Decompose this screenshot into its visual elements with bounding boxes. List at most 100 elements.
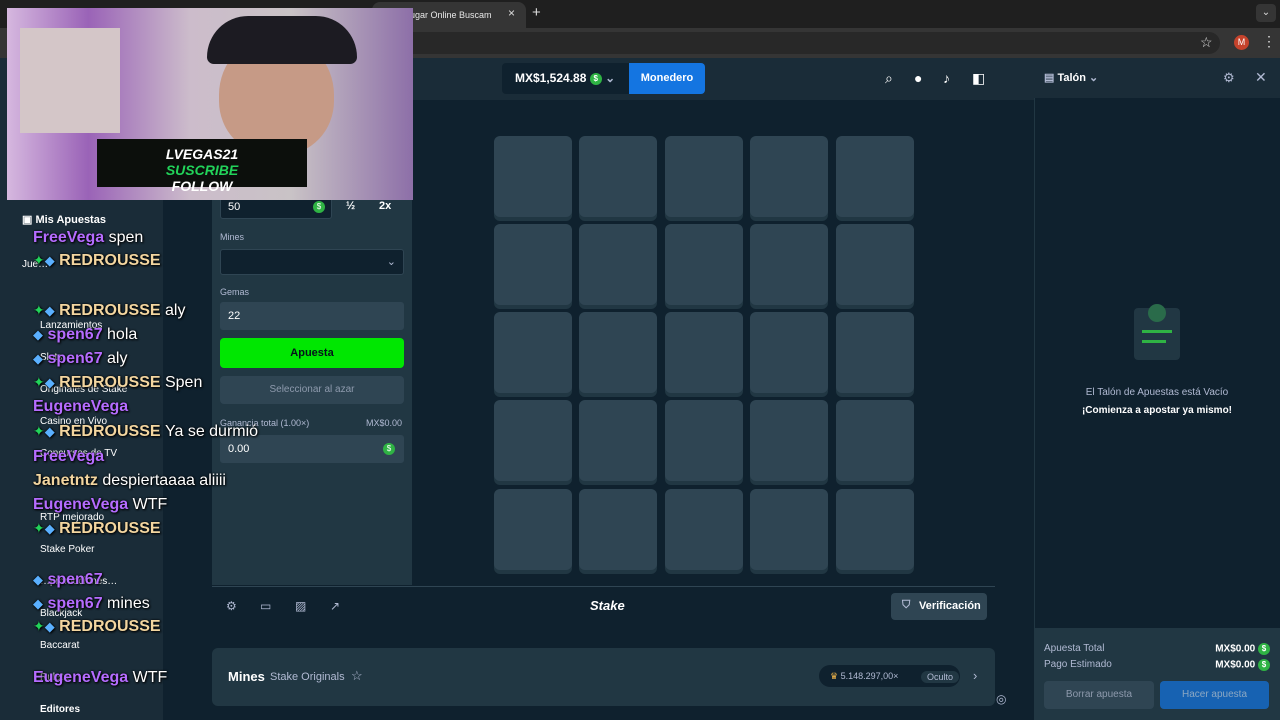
balance-value: MX$1,524.88 bbox=[515, 71, 587, 85]
chat-username: EugeneVega bbox=[33, 669, 133, 686]
profile-avatar[interactable]: M bbox=[1234, 35, 1249, 50]
chat-text: mines bbox=[107, 595, 150, 612]
mine-tile[interactable] bbox=[836, 224, 914, 305]
chat-username: Janetntz bbox=[33, 472, 103, 489]
chat-username: REDROUSSE bbox=[54, 374, 165, 391]
mine-tile[interactable] bbox=[836, 136, 914, 217]
popout-icon[interactable]: ↗ bbox=[330, 599, 340, 613]
gem-badge-icon: ◆ bbox=[44, 375, 55, 390]
chat-username: REDROUSSE bbox=[54, 618, 161, 635]
mines-label: Mines bbox=[220, 232, 245, 242]
mines-select[interactable]: ⌄ bbox=[220, 249, 404, 275]
bookmark-star-icon[interactable]: ☆ bbox=[1200, 34, 1213, 51]
chat-username: EugeneVega bbox=[33, 398, 129, 415]
close-tab-icon[interactable]: × bbox=[508, 6, 515, 20]
wallet-button[interactable]: Monedero bbox=[629, 63, 705, 94]
chat-username: spen67 bbox=[43, 595, 108, 612]
mine-tile[interactable] bbox=[665, 224, 743, 305]
empty-betslip-icon bbox=[1134, 304, 1180, 360]
game-provider[interactable]: Stake Originals bbox=[270, 671, 345, 683]
mine-tile[interactable] bbox=[494, 224, 572, 305]
random-pick-button[interactable]: Seleccionar al azar bbox=[220, 376, 404, 404]
sparkle-badge-icon: ✦ bbox=[33, 423, 45, 439]
bet-button[interactable]: Apuesta bbox=[220, 338, 404, 368]
mine-tile[interactable] bbox=[665, 136, 743, 217]
webcam-overlay: LVEGAS21 SUSCRIBE FOLLOW bbox=[7, 8, 413, 200]
betslip-title-label: Talón bbox=[1057, 72, 1086, 84]
mine-tile[interactable] bbox=[665, 400, 743, 481]
gem-badge-icon: ◆ bbox=[44, 424, 55, 439]
mine-tile[interactable] bbox=[836, 489, 914, 570]
half-bet-button[interactable]: ½ bbox=[346, 200, 355, 212]
chat-message: ✦◆ REDROUSSE bbox=[33, 252, 161, 270]
chat-message: ◆ spen67 hola bbox=[33, 326, 137, 344]
stake-logo: Stake bbox=[590, 598, 625, 613]
sidebar-item-baccarat[interactable]: Baccarat bbox=[40, 640, 79, 651]
gear-icon[interactable]: ⚙ bbox=[1223, 70, 1235, 86]
search-icon[interactable]: ⌕ bbox=[885, 70, 893, 87]
hidden-badge: Oculto bbox=[921, 671, 960, 683]
close-icon[interactable]: ✕ bbox=[1255, 69, 1267, 86]
mine-tile[interactable] bbox=[665, 489, 743, 570]
chat-username: REDROUSSE bbox=[54, 252, 161, 269]
support-headset-icon[interactable]: ◎ bbox=[996, 692, 1006, 706]
sidebar-item-my-bets[interactable]: ▣ Mis Apuestas bbox=[22, 213, 106, 226]
betslip-title[interactable]: ▤ Talón ⌄ bbox=[1044, 71, 1098, 84]
mine-tile[interactable] bbox=[750, 224, 828, 305]
mine-tile[interactable] bbox=[579, 400, 657, 481]
fairness-verify-button[interactable]: ⛉ Verificación bbox=[891, 593, 987, 620]
chat-username: REDROUSSE bbox=[54, 423, 165, 440]
mine-tile[interactable] bbox=[750, 400, 828, 481]
chat-message: ✦◆ REDROUSSE Ya se durmió bbox=[33, 423, 258, 441]
sidebar-item-poker[interactable]: Stake Poker bbox=[40, 544, 94, 555]
mine-tile[interactable] bbox=[494, 400, 572, 481]
new-tab-icon[interactable]: + bbox=[532, 4, 541, 21]
mine-tile[interactable] bbox=[836, 400, 914, 481]
double-bet-button[interactable]: 2x bbox=[379, 200, 391, 212]
mine-tile[interactable] bbox=[579, 312, 657, 393]
mine-tile[interactable] bbox=[494, 136, 572, 217]
favorite-star-icon[interactable]: ☆ bbox=[351, 668, 363, 684]
total-profit-value: 0.00 bbox=[228, 443, 250, 455]
tab-menu-icon[interactable]: ⌄ bbox=[1256, 4, 1276, 22]
settings-icon[interactable]: ⚙ bbox=[226, 599, 237, 613]
mine-tile[interactable] bbox=[579, 136, 657, 217]
chat-message: ✦◆ REDROUSSE bbox=[33, 520, 161, 538]
address-input[interactable] bbox=[380, 32, 1220, 54]
place-bet-button[interactable]: Hacer apuesta bbox=[1160, 681, 1269, 709]
theatre-mode-icon[interactable]: ▭ bbox=[260, 599, 271, 613]
balance-display[interactable]: MX$1,524.88 $ ⌄ bbox=[502, 63, 630, 94]
mine-tile[interactable] bbox=[750, 489, 828, 570]
chat-message: ◆ spen67 bbox=[33, 571, 103, 589]
bet-amount-value: 50 bbox=[228, 201, 241, 213]
clear-bet-button[interactable]: Borrar apuesta bbox=[1044, 681, 1154, 709]
max-win-chip[interactable]: ♛ 5.148.297,00× Oculto bbox=[819, 665, 960, 687]
tab-title: - Jugar Online Buscam bbox=[400, 10, 492, 20]
betslip-toggle-icon[interactable]: ◧ bbox=[972, 70, 985, 87]
coin-icon: $ bbox=[589, 72, 602, 85]
banner-subscribe: SUSCRIBE bbox=[165, 162, 239, 178]
notifications-icon[interactable]: ♪ bbox=[943, 70, 950, 86]
mine-tile[interactable] bbox=[494, 312, 572, 393]
chevron-right-icon[interactable]: › bbox=[973, 668, 977, 683]
gem-badge-icon: ◆ bbox=[44, 253, 55, 268]
mine-tile[interactable] bbox=[750, 312, 828, 393]
sidebar-item-providers[interactable]: Editores bbox=[40, 704, 80, 715]
est-payout-row: Pago Estimado MX$0.00 $ bbox=[1044, 659, 1270, 671]
chat-message: ✦◆ REDROUSSE bbox=[33, 618, 161, 636]
user-icon[interactable]: ● bbox=[914, 70, 922, 86]
chat-text: WTF bbox=[132, 496, 168, 513]
gems-label: Gemas bbox=[220, 287, 250, 297]
mine-tile[interactable] bbox=[494, 489, 572, 570]
est-payout-label: Pago Estimado bbox=[1044, 659, 1112, 670]
total-bet-row: Apuesta Total MX$0.00 $ bbox=[1044, 643, 1270, 655]
chat-text: spen bbox=[108, 229, 144, 246]
shield-icon: ⛉ bbox=[902, 599, 911, 611]
mine-tile[interactable] bbox=[579, 489, 657, 570]
mine-tile[interactable] bbox=[836, 312, 914, 393]
mine-tile[interactable] bbox=[579, 224, 657, 305]
stats-icon[interactable]: ▨ bbox=[295, 599, 306, 613]
browser-menu-icon[interactable]: ⋮ bbox=[1262, 33, 1276, 50]
mine-tile[interactable] bbox=[665, 312, 743, 393]
mine-tile[interactable] bbox=[750, 136, 828, 217]
